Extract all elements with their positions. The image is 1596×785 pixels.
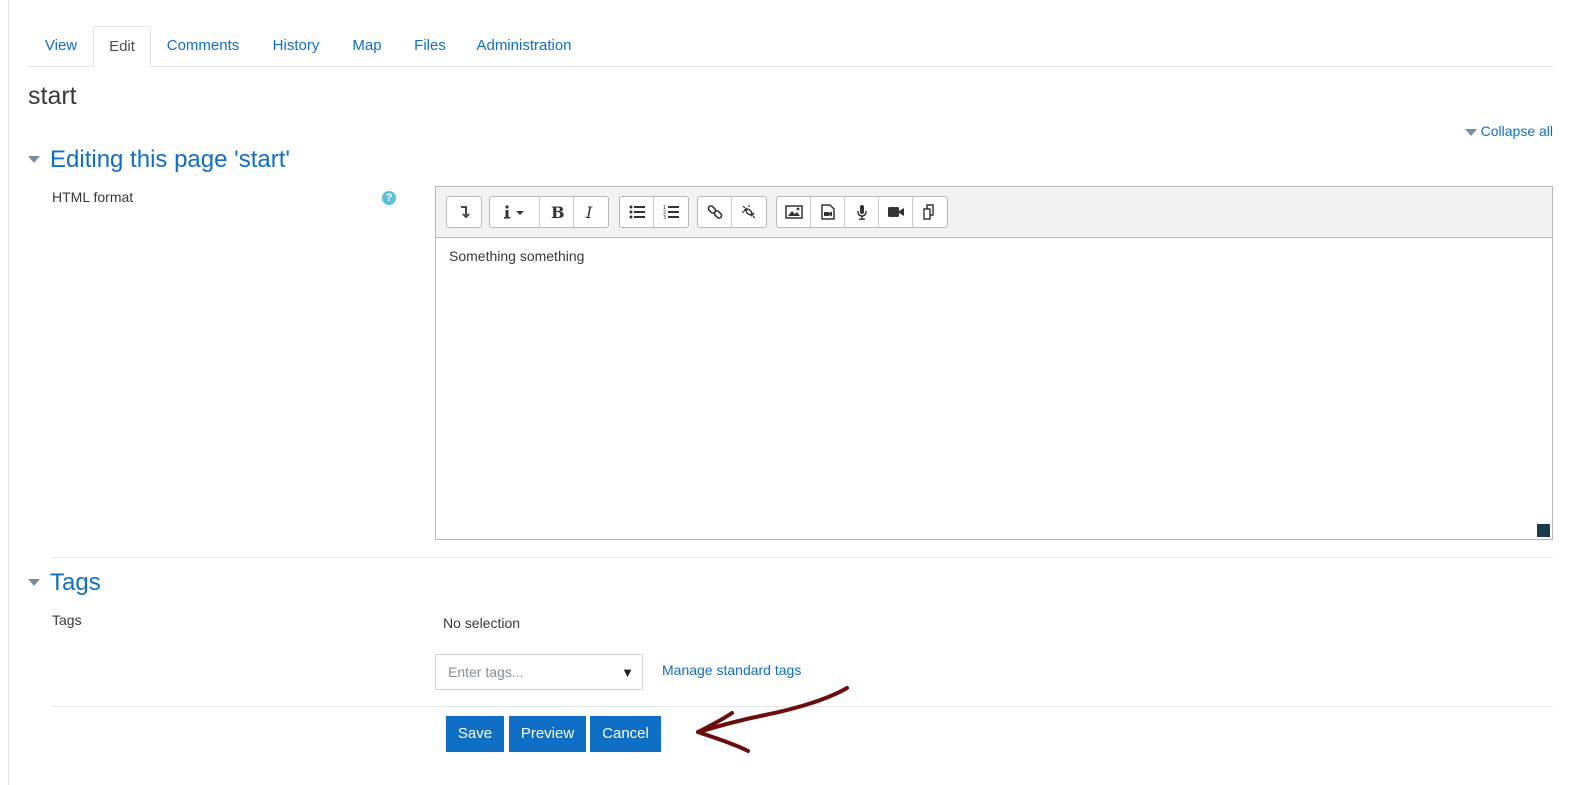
toolbar-group-lists: 123 xyxy=(619,196,689,228)
caret-down-icon xyxy=(1464,128,1477,136)
bold-icon[interactable]: B xyxy=(540,197,574,227)
tags-section-title: Tags xyxy=(50,569,101,596)
toolbar-group-style: B I xyxy=(489,196,609,228)
svg-text:B: B xyxy=(551,204,564,220)
save-button[interactable]: Save xyxy=(446,716,504,752)
unlink-icon[interactable] xyxy=(732,197,766,227)
preview-button[interactable]: Preview xyxy=(509,716,586,752)
toolbar-group-links xyxy=(697,196,767,228)
editor-toolbar: B I 123 xyxy=(436,187,1552,238)
manage-files-icon[interactable] xyxy=(913,197,947,227)
unordered-list-icon[interactable] xyxy=(620,197,654,227)
media-icon[interactable] xyxy=(811,197,845,227)
editor-content-area[interactable]: Something something xyxy=(449,248,584,264)
italic-icon[interactable]: I xyxy=(574,197,608,227)
tags-autocomplete: ▼ xyxy=(435,654,643,690)
tab-view[interactable]: View xyxy=(28,26,94,66)
record-video-icon[interactable] xyxy=(879,197,913,227)
collapse-all-label: Collapse all xyxy=(1480,123,1553,139)
record-audio-icon[interactable] xyxy=(845,197,879,227)
toolbar-group-media xyxy=(776,196,948,228)
tab-history[interactable]: History xyxy=(255,26,337,66)
annotation-arrow-icon xyxy=(696,686,849,753)
image-icon[interactable] xyxy=(777,197,811,227)
tab-comments[interactable]: Comments xyxy=(151,26,255,66)
tab-administration[interactable]: Administration xyxy=(463,26,585,66)
html-format-label: HTML format xyxy=(52,189,134,205)
toolbar-group-collapse xyxy=(446,196,482,228)
collapse-all-link[interactable]: Collapse all xyxy=(1464,123,1553,139)
tags-input[interactable] xyxy=(436,655,630,689)
html-editor: B I 123 Something something xyxy=(435,186,1553,540)
caret-down-icon xyxy=(28,578,40,586)
resize-handle[interactable] xyxy=(1537,524,1550,537)
editing-section-header[interactable]: Editing this page 'start' xyxy=(28,146,290,174)
manage-standard-tags-link[interactable]: Manage standard tags xyxy=(662,662,801,678)
tags-label: Tags xyxy=(52,612,82,628)
info-style-dropdown-icon[interactable] xyxy=(490,197,540,227)
tags-section-header[interactable]: Tags xyxy=(28,569,101,597)
section-divider xyxy=(52,557,1553,558)
tags-selection-status: No selection xyxy=(443,615,521,631)
collapse-toolbar-icon[interactable] xyxy=(447,197,481,227)
svg-text:I: I xyxy=(585,204,593,220)
tab-map[interactable]: Map xyxy=(337,26,397,66)
dropdown-arrow-icon[interactable]: ▼ xyxy=(621,665,634,680)
ordered-list-icon[interactable]: 123 xyxy=(654,197,688,227)
tab-files[interactable]: Files xyxy=(397,26,463,66)
cancel-button[interactable]: Cancel xyxy=(590,716,661,752)
caret-down-icon xyxy=(28,155,40,163)
editing-section-title: Editing this page 'start' xyxy=(50,146,290,173)
link-icon[interactable] xyxy=(698,197,732,227)
tab-bar: View Edit Comments History Map Files Adm… xyxy=(28,26,1553,67)
svg-text:3: 3 xyxy=(663,215,666,219)
help-icon[interactable]: ? xyxy=(382,191,396,205)
tab-edit[interactable]: Edit xyxy=(93,26,151,67)
page-left-border xyxy=(8,0,9,785)
page-title: start xyxy=(28,82,77,110)
